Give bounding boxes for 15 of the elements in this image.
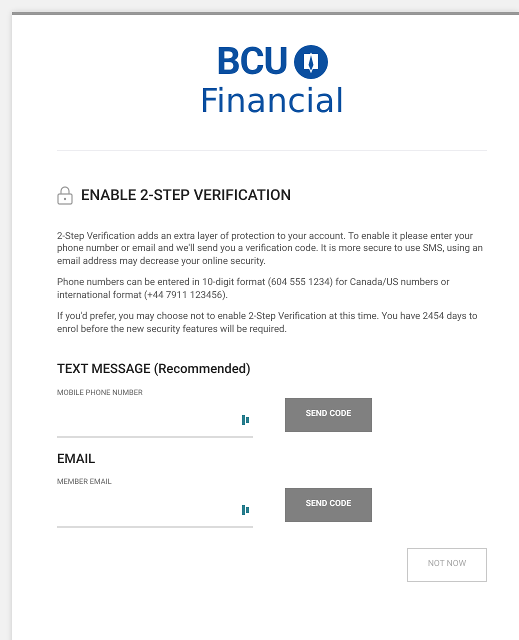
field-icon <box>242 504 250 514</box>
lock-icon <box>57 185 73 206</box>
not-now-button[interactable]: NOT NOW <box>407 548 487 582</box>
logo-emblem-icon <box>294 45 328 79</box>
description-text: Phone numbers can be entered in 10-digit format (604 555 1234) for Canada/US numbers or international format (+44 7911 123456). <box>57 277 450 302</box>
logo-subtitle: Financial <box>200 82 344 120</box>
send-code-button[interactable]: SEND CODE <box>285 398 372 432</box>
section-heading: TEXT MESSAGE (Recommended) <box>57 361 252 379</box>
page-title: ENABLE 2-STEP VERIFICATION <box>81 185 292 206</box>
description-text: 2-Step Verification adds an extra layer of protection to your account. To enable it please enter your phone number or email and we'll send you a verification code. It is more secure to use SMS, using an email address may decrease your online security. <box>57 230 484 268</box>
logo-text: BCU <box>216 42 288 82</box>
description-text: If you'd prefer, you may choose not to enable 2-Step Verification at this time. You have 2454 days to enrol before the new security features will be required. <box>57 311 479 336</box>
field-icon <box>242 414 250 425</box>
send-code-button[interactable]: SEND CODE <box>285 488 372 522</box>
section-heading: EMAIL <box>57 450 96 469</box>
